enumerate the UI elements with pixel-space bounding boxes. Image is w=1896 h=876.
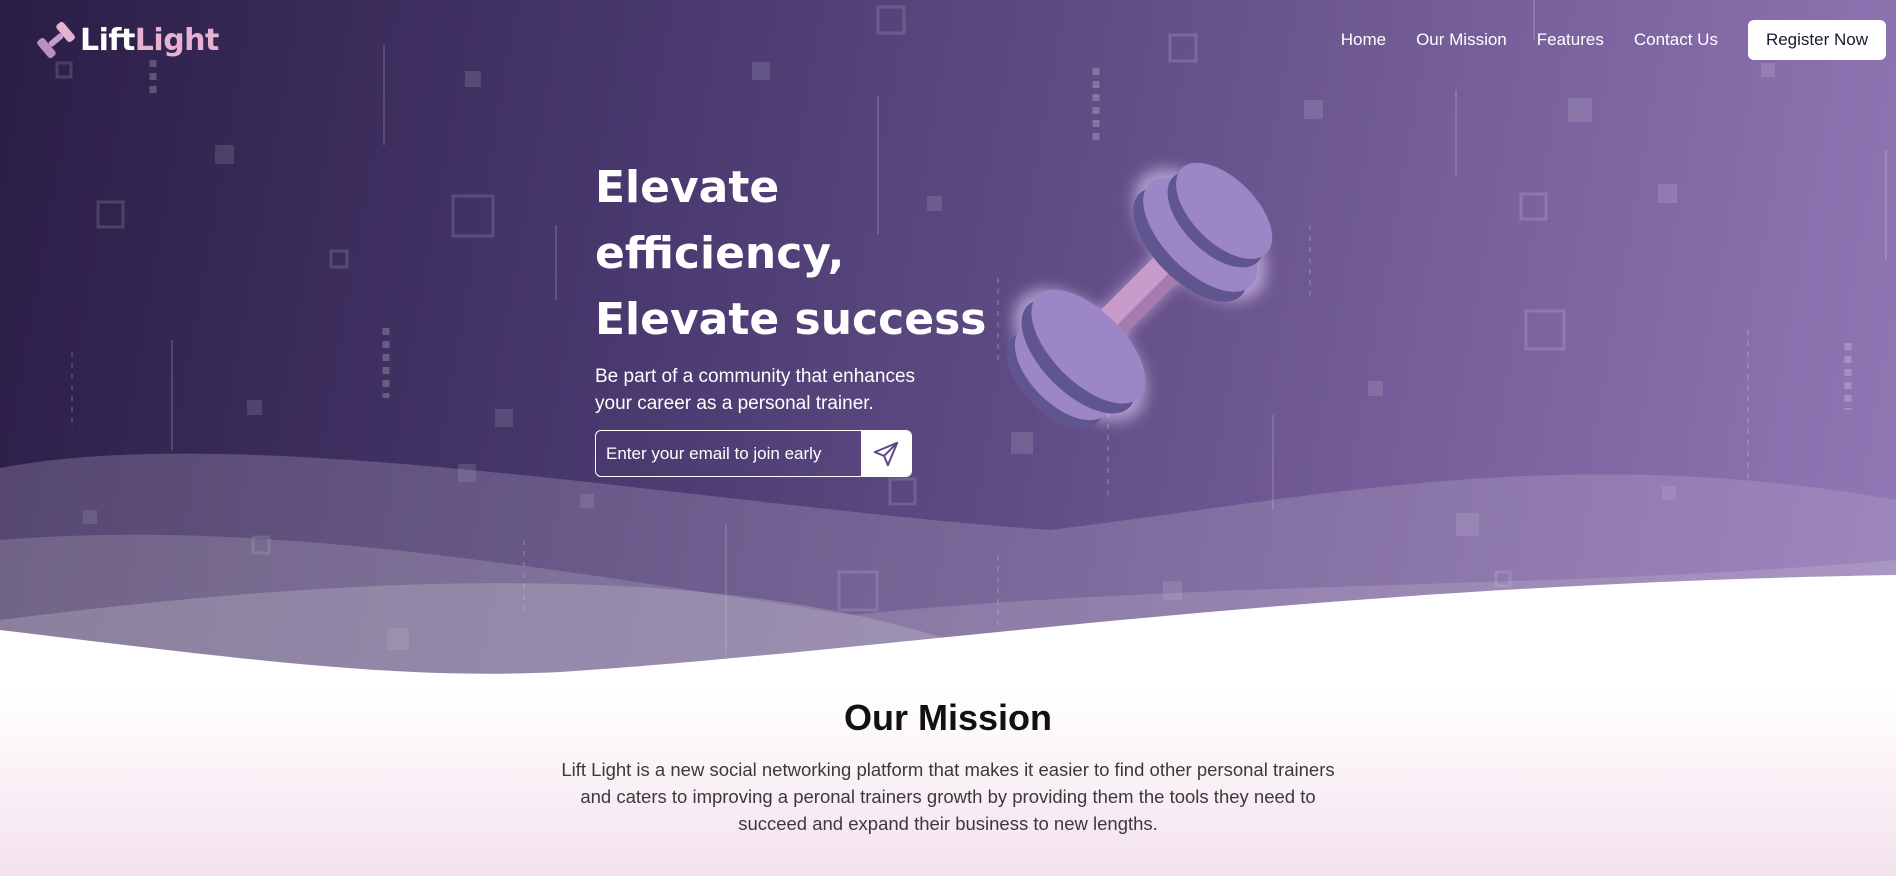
brand-name: LiftLight (80, 23, 219, 58)
early-access-form (595, 430, 912, 477)
hero-headline: Elevate efficiency, Elevate success (595, 155, 1015, 353)
hero-headline-line-1: Elevate (595, 162, 780, 213)
dumbbell-illustration (1006, 162, 1273, 429)
landing-page: LiftLight Home Our Mission Features Cont… (0, 0, 1896, 876)
nav-home-link[interactable]: Home (1341, 30, 1386, 50)
email-input[interactable] (596, 431, 861, 476)
brand-name-light: Light (134, 22, 220, 58)
hero-subtitle: Be part of a community that enhances you… (595, 366, 916, 414)
mission-title: Our Mission (843, 697, 1053, 738)
nav-our-mission-link[interactable]: Our Mission (1416, 30, 1507, 50)
mission-body: Lift Light is a new social networking pl… (561, 759, 1335, 834)
register-now-button[interactable]: Register Now (1747, 19, 1886, 60)
brand-name-lift: Lift (80, 22, 135, 58)
hero-headline-line-3: Elevate success (595, 294, 987, 345)
hero-section: LiftLight Home Our Mission Features Cont… (0, 0, 1896, 690)
logo[interactable]: LiftLight (36, 20, 219, 60)
main-nav: Home Our Mission Features Contact Us Reg… (1341, 19, 1886, 60)
nav-contact-us-link[interactable]: Contact Us (1634, 30, 1718, 50)
dumbbell-icon (37, 21, 75, 59)
submit-email-button[interactable] (861, 431, 911, 476)
nav-features-link[interactable]: Features (1537, 30, 1604, 50)
hero-headline-line-2: efficiency, (595, 228, 845, 279)
send-icon (873, 441, 899, 466)
